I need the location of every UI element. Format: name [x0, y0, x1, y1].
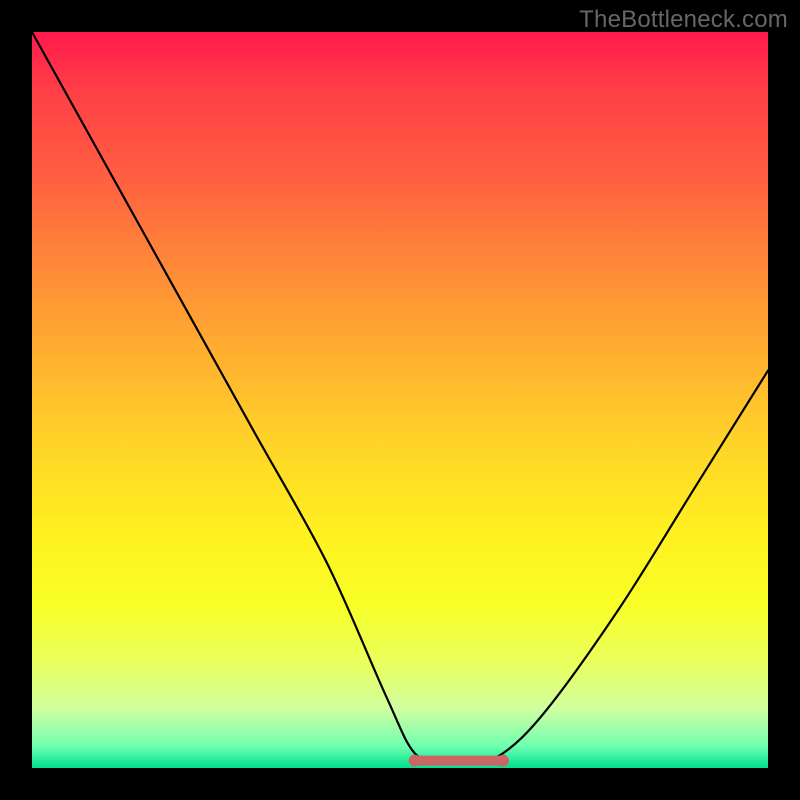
curve-svg [32, 32, 768, 768]
chart-container: TheBottleneck.com [0, 0, 800, 800]
watermark-text: TheBottleneck.com [579, 6, 788, 34]
bottleneck-curve [32, 32, 768, 762]
flat-zone-highlight [409, 755, 509, 767]
plot-area [32, 32, 768, 768]
